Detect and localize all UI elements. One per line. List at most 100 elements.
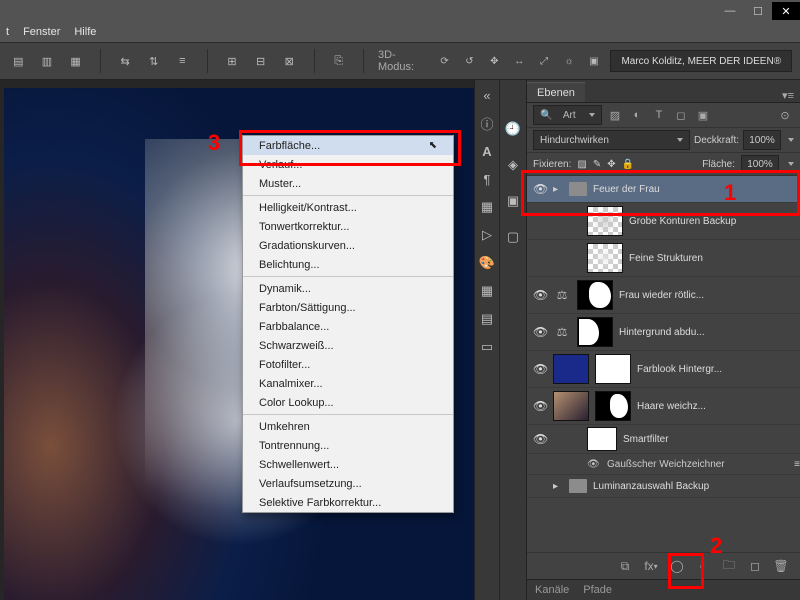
menu-item-help[interactable]: Hilfe <box>74 26 96 38</box>
menu-item-channel-mixer[interactable]: Kanalmixer... <box>243 374 453 393</box>
layer-name[interactable]: Hintergrund abdu... <box>619 327 705 338</box>
visibility-toggle-icon[interactable]: 👁 <box>587 459 601 470</box>
menu-item-invert[interactable]: Umkehren <box>243 417 453 436</box>
swatches-icon[interactable]: 🎨 <box>478 254 496 272</box>
play-icon[interactable]: ▷ <box>478 226 496 244</box>
expand-icon[interactable]: ▸ <box>553 481 563 492</box>
filter-smart-icon[interactable]: ▣ <box>694 106 712 124</box>
panel-icon[interactable]: ▦ <box>478 198 496 216</box>
menu-item-levels[interactable]: Tonwertkorrektur... <box>243 217 453 236</box>
new-adjustment-layer-icon[interactable]: ◐ <box>694 557 712 575</box>
distribute-h-icon[interactable]: ⇆ <box>115 50 136 72</box>
layer-mask-thumbnail[interactable] <box>577 317 613 347</box>
history-icon[interactable]: 🕘 <box>504 120 522 138</box>
smart-object-thumbnail[interactable] <box>553 391 589 421</box>
slide-icon[interactable]: ↔ <box>511 52 528 70</box>
menu-item-hue-sat[interactable]: Farbton/Sättigung... <box>243 298 453 317</box>
lock-pixel-icon[interactable]: ▨ <box>577 159 586 170</box>
filter-adjust-icon[interactable]: ◐ <box>628 106 646 124</box>
fill-value[interactable]: 100% <box>741 155 779 173</box>
blend-mode-select[interactable]: Hindurchwirken <box>533 130 690 150</box>
smartfilter-item-row[interactable]: 👁 Gaußscher Weichzeichner ≡ <box>527 454 800 475</box>
layer-effects-icon[interactable]: fx▾ <box>642 557 660 575</box>
camera-icon[interactable]: ▣ <box>586 52 603 70</box>
layer-row[interactable]: 👁 Haare weichz... <box>527 388 800 425</box>
pan-icon[interactable]: ✥ <box>486 52 503 70</box>
menu-item[interactable]: t <box>6 26 9 38</box>
arrange-1-icon[interactable]: ⊞ <box>222 50 243 72</box>
layer-name[interactable]: Feine Strukturen <box>629 253 703 264</box>
layer-row[interactable]: 👁 Farblook Hintergr... <box>527 351 800 388</box>
paragraph-panel-icon[interactable]: ¶ <box>478 170 496 188</box>
light-icon[interactable]: ☼ <box>561 52 578 70</box>
layer-mask-thumbnail[interactable] <box>577 280 613 310</box>
layer-thumbnail[interactable] <box>587 243 623 273</box>
box-icon[interactable]: ▢ <box>504 228 522 246</box>
layer-group-row[interactable]: ▸ Luminanzauswahl Backup <box>527 475 800 498</box>
user-chip[interactable]: Marco Kolditz, MEER DER IDEEN® <box>610 50 792 72</box>
menu-item-selective-color[interactable]: Selektive Farbkorrektur... <box>243 493 453 512</box>
menu-item-color-lookup[interactable]: Color Lookup... <box>243 393 453 412</box>
menu-item-solid-color[interactable]: Farbfläche...⬉ <box>243 136 453 155</box>
filter-toggle-icon[interactable]: ⊙ <box>776 106 794 124</box>
menu-item-pattern[interactable]: Muster... <box>243 174 453 193</box>
lock-brush-icon[interactable]: ✎ <box>593 159 601 170</box>
visibility-toggle-icon[interactable]: 👁 <box>533 399 547 413</box>
layer-row[interactable]: 👁 ⚖ Frau wieder rötlic... <box>527 277 800 314</box>
menu-item-window[interactable]: Fenster <box>23 26 60 38</box>
layer-name[interactable]: Luminanzauswahl Backup <box>593 481 709 492</box>
panel-icon[interactable]: ▤ <box>478 310 496 328</box>
visibility-toggle-icon[interactable]: 👁 <box>533 182 547 196</box>
smartfilter-item-name[interactable]: Gaußscher Weichzeichner <box>607 459 794 470</box>
filter-shape-icon[interactable]: ◻ <box>672 106 690 124</box>
new-layer-icon[interactable]: ◻ <box>746 557 764 575</box>
menu-item-exposure[interactable]: Belichtung... <box>243 255 453 274</box>
new-group-icon[interactable]: 🗀 <box>720 557 738 575</box>
align-right-icon[interactable]: ▦ <box>65 50 86 72</box>
align-center-icon[interactable]: ▥ <box>37 50 58 72</box>
collapse-icon[interactable]: « <box>478 86 496 104</box>
layers-tab[interactable]: Ebenen <box>527 82 585 102</box>
visibility-toggle-icon[interactable]: 👁 <box>533 432 547 446</box>
auto-icon[interactable]: ⎘ <box>328 50 349 72</box>
menu-item-color-balance[interactable]: Farbbalance... <box>243 317 453 336</box>
visibility-toggle-icon[interactable]: 👁 <box>533 325 547 339</box>
layer-name[interactable]: Feuer der Frau <box>593 184 660 195</box>
layer-row[interactable]: Feine Strukturen <box>527 240 800 277</box>
layer-name[interactable]: Grobe Konturen Backup <box>629 216 736 227</box>
layer-row[interactable]: Grobe Konturen Backup <box>527 203 800 240</box>
menu-item-gradient-map[interactable]: Verlaufsumsetzung... <box>243 474 453 493</box>
character-panel-icon[interactable]: A <box>478 142 496 160</box>
delete-layer-icon[interactable]: 🗑 <box>772 557 790 575</box>
lock-move-icon[interactable]: ✥ <box>607 159 615 170</box>
distribute-v-icon[interactable]: ⇅ <box>143 50 164 72</box>
layer-group-row[interactable]: 👁 ▸ Feuer der Frau <box>527 176 800 203</box>
window-close-button[interactable]: ✕ <box>772 2 800 20</box>
filter-mask-thumbnail[interactable] <box>587 427 617 451</box>
arrange-3-icon[interactable]: ⊠ <box>279 50 300 72</box>
layer-mask-thumbnail[interactable] <box>595 354 631 384</box>
paths-tab[interactable]: Pfade <box>583 584 612 596</box>
layer-row[interactable]: 👁 ⚖ Hintergrund abdu... <box>527 314 800 351</box>
window-minimize-button[interactable]: — <box>716 2 744 20</box>
lock-all-icon[interactable]: 🔒 <box>622 159 634 170</box>
menu-item-bw[interactable]: Schwarzweiß... <box>243 336 453 355</box>
layer-name[interactable]: Farblook Hintergr... <box>637 364 722 375</box>
channels-tab[interactable]: Kanäle <box>535 584 569 596</box>
info-icon[interactable]: ⓘ <box>478 114 496 132</box>
scale-icon[interactable]: ⤢ <box>536 52 553 70</box>
menu-item-posterize[interactable]: Tontrennung... <box>243 436 453 455</box>
layer-mask-thumbnail[interactable] <box>595 391 631 421</box>
orbit-icon[interactable]: ⟳ <box>436 52 453 70</box>
menu-item-photo-filter[interactable]: Fotofilter... <box>243 355 453 374</box>
solid-fill-thumbnail[interactable] <box>553 354 589 384</box>
styles-icon[interactable]: ▭ <box>478 338 496 356</box>
align-edge-icon[interactable]: ▤ <box>8 50 29 72</box>
link-layers-icon[interactable]: ⧉ <box>616 557 634 575</box>
menu-item-curves[interactable]: Gradationskurven... <box>243 236 453 255</box>
layer-name[interactable]: Frau wieder rötlic... <box>619 290 704 301</box>
layer-thumbnail[interactable] <box>587 206 623 236</box>
layer-name[interactable]: Haare weichz... <box>637 401 706 412</box>
arrange-2-icon[interactable]: ⊟ <box>250 50 271 72</box>
smartfilter-row[interactable]: 👁 Smartfilter <box>527 425 800 454</box>
